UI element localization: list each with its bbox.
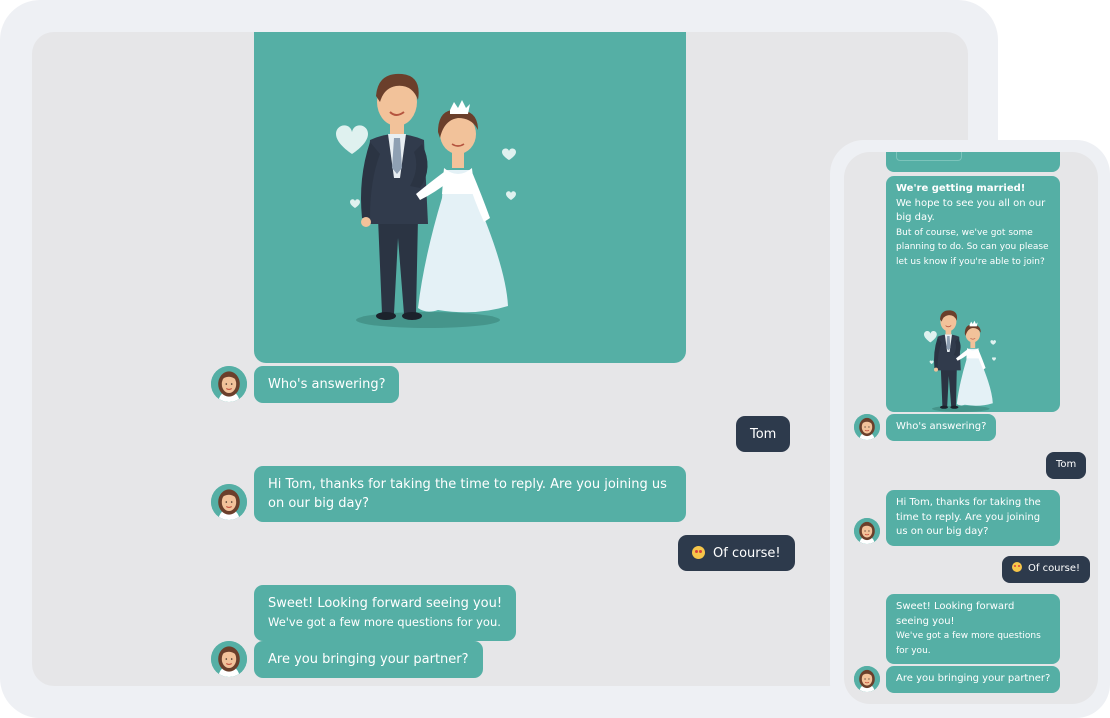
woman-avatar-icon [211, 641, 247, 677]
previous-message-card [886, 152, 1060, 172]
invitation-card: We're getting married! We hope to see yo… [886, 176, 1060, 412]
user-message-of-course: Of course! [1002, 556, 1091, 583]
previous-card-button-outline[interactable] [896, 152, 962, 161]
woman-avatar-icon [211, 366, 247, 402]
wedding-couple-illustration [334, 72, 518, 330]
bot-message-hi-tom: Hi Tom, thanks for taking the time to re… [254, 466, 686, 522]
bot-message-partner: Are you bringing your partner? [886, 666, 1061, 693]
user-message-tom: Tom [1046, 452, 1087, 479]
woman-avatar-icon [211, 484, 247, 520]
wedding-illustration-card [254, 32, 686, 363]
bot-message-who-answering: Who's answering? [886, 414, 997, 441]
bot-message-sweet: Sweet! Looking forward seeing you! We've… [886, 594, 1060, 664]
user-message-of-course: Of course! [678, 535, 795, 571]
phone-device: We're getting married! We hope to see yo… [830, 140, 1110, 718]
bot-message-partner: Are you bringing your partner? [254, 641, 483, 678]
woman-avatar-icon [854, 666, 880, 692]
tablet-chat-screen[interactable]: Who's answering? Tom Hi Tom, thanks for … [32, 32, 968, 686]
wedding-couple-illustration [923, 309, 997, 412]
heart-eyes-emoji-icon [692, 546, 705, 559]
bot-message-sweet: Sweet! Looking forward seeing you! We've… [254, 585, 517, 641]
woman-avatar-icon [854, 518, 880, 544]
bot-message-hi-tom: Hi Tom, thanks for taking the time to re… [886, 490, 1060, 546]
phone-chat-screen[interactable]: We're getting married! We hope to see yo… [844, 152, 1098, 704]
heart-eyes-emoji-icon [1012, 562, 1022, 572]
woman-avatar-icon [854, 414, 880, 440]
user-message-tom: Tom [736, 416, 791, 452]
bot-message-who-answering: Who's answering? [254, 366, 400, 403]
